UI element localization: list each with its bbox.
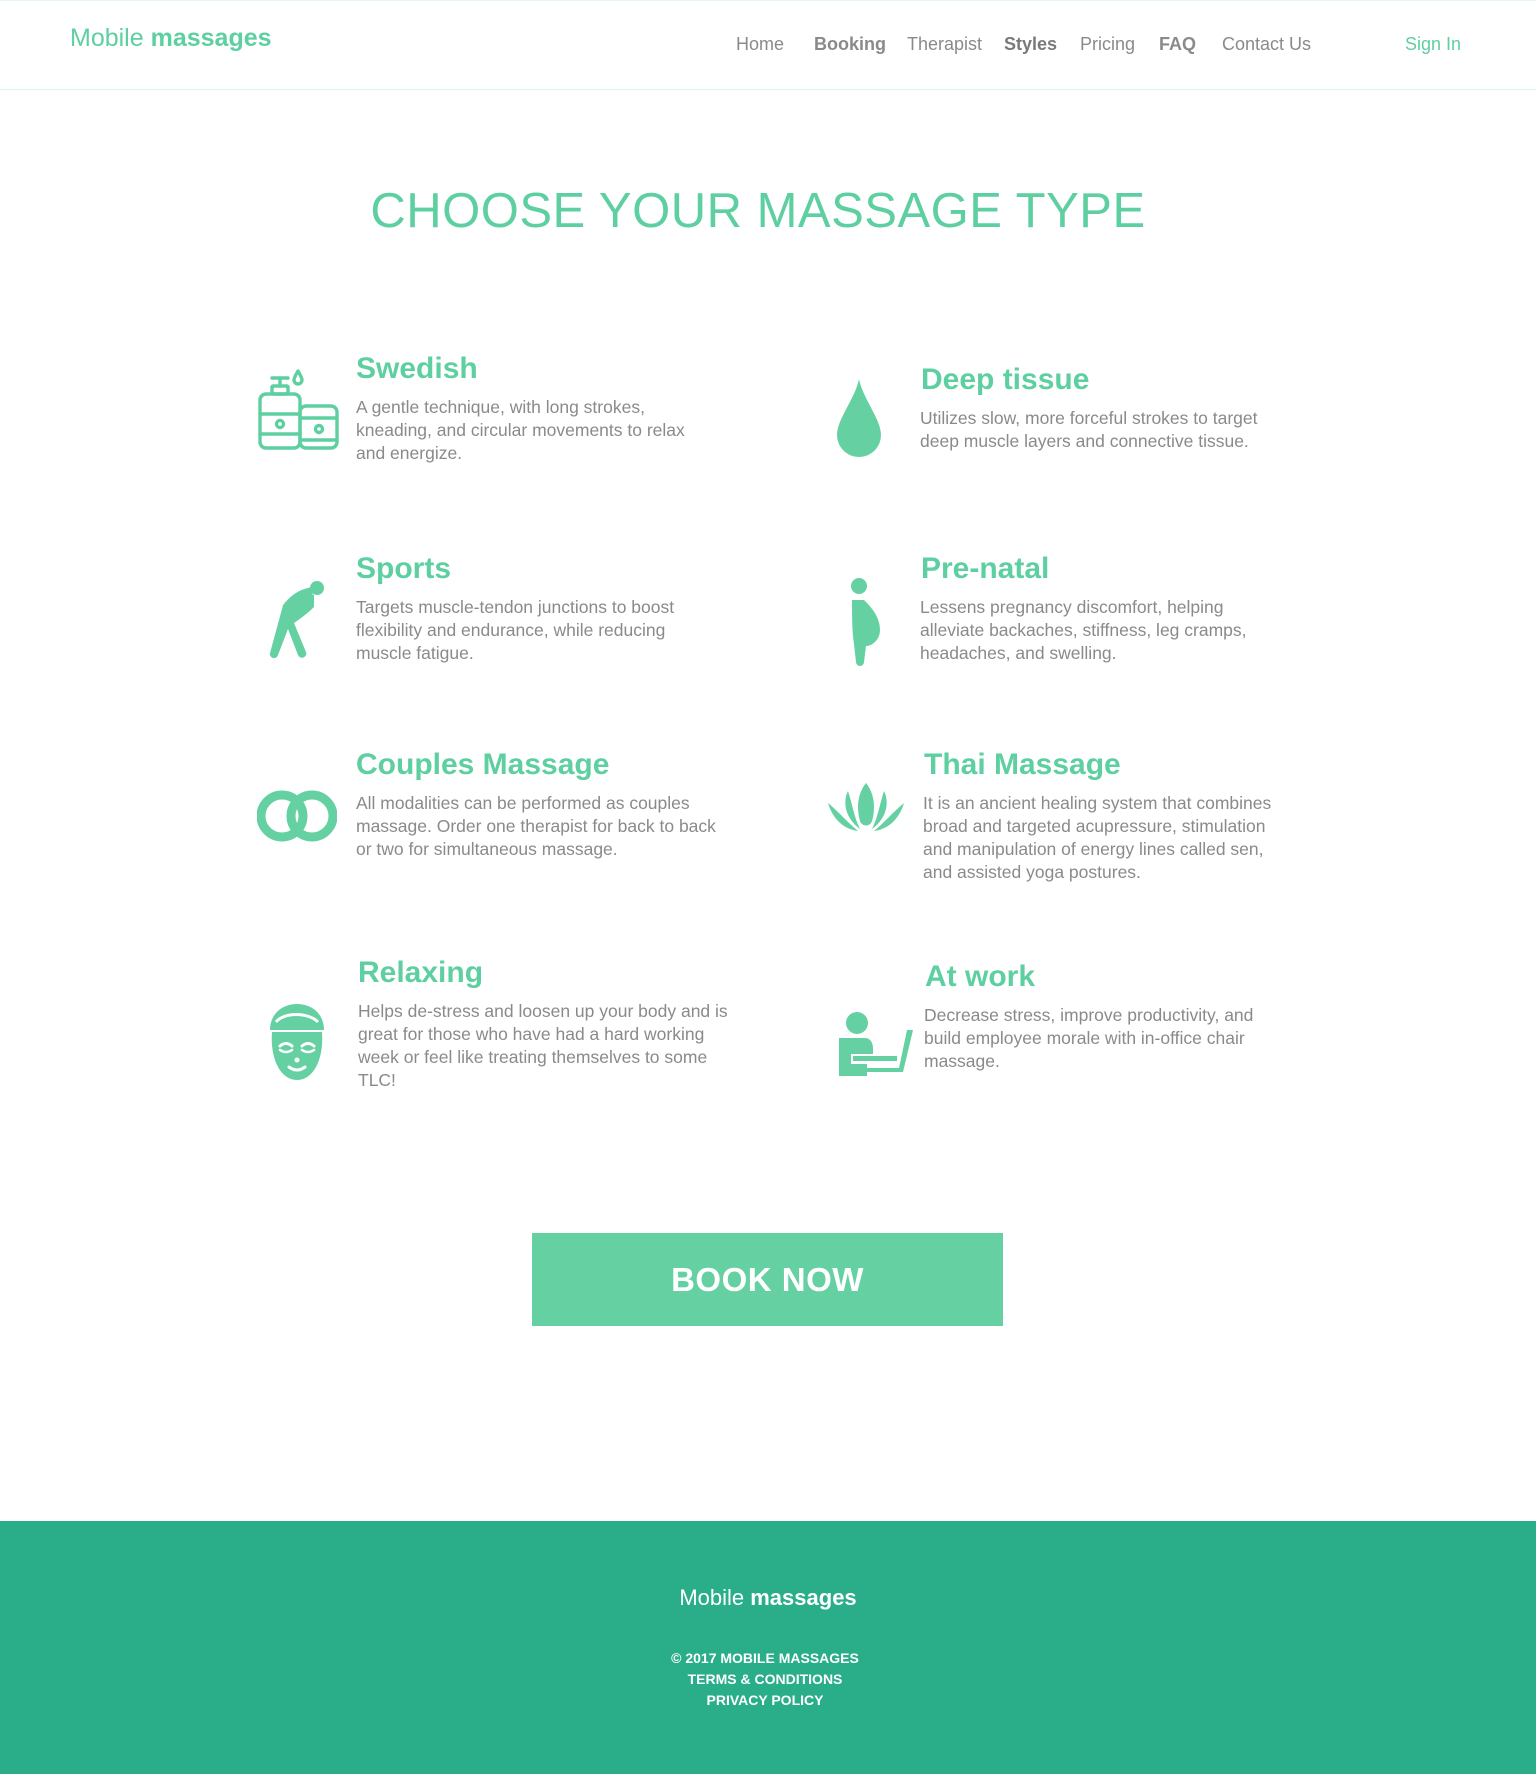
type-description: Decrease stress, improve productivity, a… (924, 1005, 1254, 1071)
site-footer: Mobile massages © 2017 MOBILE MASSAGES T… (0, 1521, 1536, 1774)
type-name: Sports (356, 552, 452, 585)
oil-drop-icon (835, 377, 883, 459)
terms-link[interactable]: TERMS & CONDITIONS (0, 1669, 1530, 1690)
nav-contact-us[interactable]: Contact Us (1222, 34, 1311, 55)
nav-booking[interactable]: Booking (814, 34, 886, 55)
footer-links: © 2017 MOBILE MASSAGES TERMS & CONDITION… (0, 1648, 1530, 1711)
lotus-icon (826, 781, 906, 833)
type-description: It is an ancient healing system that com… (923, 793, 1272, 882)
person-at-laptop-icon (837, 1012, 917, 1078)
type-name: Relaxing (358, 956, 484, 989)
site-header: Mobile massages Home Booking Therapist S… (0, 0, 1536, 90)
type-name: Couples Massage (356, 748, 610, 781)
book-now-button[interactable]: BOOK NOW (532, 1233, 1003, 1326)
page-title: CHOOSE YOUR MASSAGE TYPE (370, 184, 1146, 238)
type-description: Helps de-stress and loosen up your body … (358, 1001, 728, 1090)
type-description: Lessens pregnancy discomfort, helping al… (920, 597, 1247, 663)
type-name: Thai Massage (924, 748, 1121, 781)
type-description: Targets muscle-tendon junctions to boost… (356, 597, 675, 663)
type-description: A gentle technique, with long strokes, k… (356, 397, 685, 463)
face-mask-towel-icon (268, 1002, 326, 1082)
sign-in-link[interactable]: Sign In (1405, 34, 1461, 55)
nav-pricing[interactable]: Pricing (1080, 34, 1135, 55)
type-name: At work (925, 960, 1036, 993)
footer-logo[interactable]: Mobile massages (0, 1585, 1536, 1611)
logo-text-light: Mobile (70, 24, 144, 52)
type-name: Deep tissue (921, 363, 1090, 396)
nav-styles[interactable]: Styles (1004, 34, 1057, 55)
footer-logo-light: Mobile (679, 1585, 745, 1610)
footer-logo-bold: massages (750, 1585, 857, 1610)
type-name: Swedish (356, 352, 478, 385)
nav-therapist[interactable]: Therapist (907, 34, 982, 55)
nav-home[interactable]: Home (736, 34, 784, 55)
type-description: Utilizes slow, more forceful strokes to … (920, 408, 1258, 451)
type-description: All modalities can be performed as coupl… (356, 793, 716, 859)
copyright-text: © 2017 MOBILE MASSAGES (671, 1650, 859, 1666)
nav-faq[interactable]: FAQ (1159, 34, 1196, 55)
pregnant-woman-icon (848, 578, 882, 666)
site-logo[interactable]: Mobile massages (70, 24, 272, 53)
type-name: Pre-natal (921, 552, 1050, 585)
privacy-link[interactable]: PRIVACY POLICY (0, 1690, 1530, 1711)
interlocked-rings-icon (257, 788, 337, 844)
lotion-bottles-icon (256, 366, 340, 452)
logo-text-bold: massages (150, 24, 272, 52)
stretching-person-icon (266, 579, 328, 659)
